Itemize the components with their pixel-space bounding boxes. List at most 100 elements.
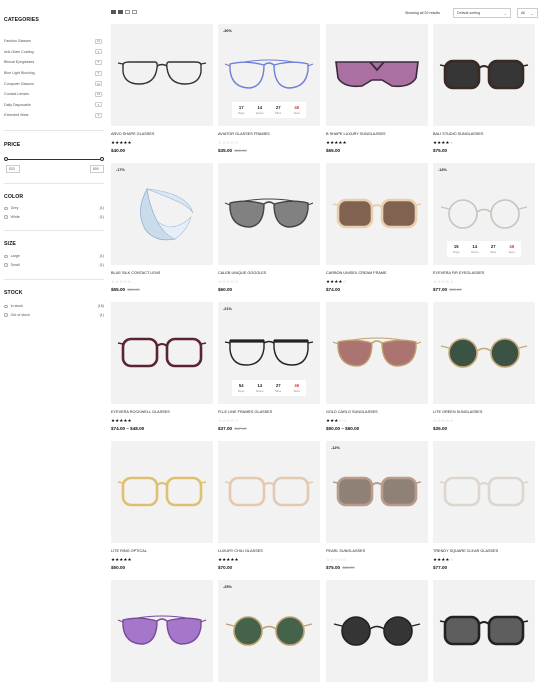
discount-badge: -25% (223, 585, 232, 589)
product-title[interactable]: BALI STUDIO SUNGLASSES (433, 132, 483, 136)
eyeglasses-image (225, 616, 313, 646)
countdown-mins-value: 27 (275, 383, 281, 388)
product-image-box[interactable] (433, 580, 535, 682)
product-card[interactable] (433, 580, 535, 690)
countdown-secs-value: 46 (509, 244, 515, 249)
rating-stars: ☆☆☆☆☆ (433, 279, 454, 284)
product-card[interactable]: LITE GREEN SUNGLASSES ☆☆☆☆☆ $35.00 (433, 302, 535, 438)
product-image-box[interactable] (111, 441, 213, 543)
category-item[interactable]: Daily Disposable 5 (4, 100, 102, 111)
category-item[interactable]: Computer Glasses 10 (4, 78, 102, 89)
product-title[interactable]: LITE GREEN SUNGLASSES (433, 410, 482, 414)
product-image-box[interactable] (111, 302, 213, 404)
product-image-box[interactable]: -13% 15 Days 14 Hours 27 Mins 46 Secs (433, 163, 535, 265)
product-card[interactable]: -25% (218, 580, 320, 690)
category-item[interactable]: Extended Wear 6 (4, 110, 102, 121)
product-image-box[interactable] (433, 441, 535, 543)
product-title[interactable]: AVIATOR GLASSES FRAMES (218, 132, 270, 136)
product-card[interactable]: LUXURY CHILI GLASSES ★★★★★ $70.00 (218, 441, 320, 577)
product-image-box[interactable] (326, 163, 428, 265)
product-card[interactable] (326, 580, 428, 690)
price-slider-max-handle[interactable] (100, 157, 104, 161)
list-view-icon[interactable] (132, 10, 137, 14)
category-item[interactable]: Blue Light Blocking 5 (4, 68, 102, 79)
product-title[interactable]: CARBON UNISEX CREAM FRAME (326, 271, 387, 275)
product-card[interactable]: -12% PEARL SUNGLASSES ☆☆☆☆☆ $75.00 $85.00 (326, 441, 428, 577)
product-image-box[interactable]: -30% 17 Days 14 Hours 27 Mins 46 Secs (218, 24, 320, 126)
category-item[interactable]: Contact Lenses 10 (4, 89, 102, 100)
product-card[interactable]: -17% BLUE SILK CONTACT LENS ☆☆☆☆☆ $55.00 $6… (111, 163, 213, 299)
results-count: Showing all 20 results (405, 11, 440, 15)
product-title[interactable]: EYEVERA ROCKWELL GLASSES (111, 410, 170, 414)
eyeglasses-image (117, 337, 207, 368)
stock-option[interactable]: Out of stock (1) (4, 311, 104, 320)
stock-option[interactable]: In stock (18) (4, 302, 104, 311)
shop-toolbar: Showing all 20 results Default sorting ⌄ … (111, 8, 538, 18)
grid-view-3-icon[interactable] (118, 10, 123, 14)
sort-select[interactable]: Default sorting ⌄ (453, 8, 511, 18)
price-title: PRICE (4, 142, 21, 148)
countdown-mins-value: 27 (490, 244, 496, 249)
product-title[interactable]: EYEVERA FIR EYEGLASSES (433, 271, 484, 275)
size-option[interactable]: Large (1) (4, 252, 104, 261)
product-title[interactable]: ARVO SHAPE GLASSES (111, 132, 154, 136)
product-title[interactable]: BLUE SILK CONTACT LENS (111, 271, 160, 275)
category-item[interactable]: Fashion Glasses 10 (4, 36, 102, 47)
product-title[interactable]: CALEB UNIQUE GOGGLES (218, 271, 266, 275)
product-card[interactable]: EYEVERA ROCKWELL GLASSES ★★★★★ $74.00 – $4… (111, 302, 213, 438)
price-slider[interactable] (4, 157, 104, 161)
product-card[interactable]: BALI STUDIO SUNGLASSES ★★★★☆ $75.00 (433, 24, 535, 160)
price-slider-track (6, 158, 102, 160)
product-card[interactable]: TRENDY SQUARE CLEAR GLASSES ★★★★☆ $77.00 (433, 441, 535, 577)
product-image-box[interactable]: -21% 54 Days 14 Hours 27 Mins 46 Secs (218, 302, 320, 404)
product-card[interactable]: CARBON UNISEX CREAM FRAME ★★★★☆ $74.00 (326, 163, 428, 299)
color-label: White (10, 215, 20, 220)
product-title[interactable]: GOLD CARLO SUNGLASSES (326, 410, 378, 414)
product-card[interactable]: ARVO SHAPE GLASSES ★★★★★ $40.00 (111, 24, 213, 160)
product-card[interactable] (111, 580, 213, 690)
price-slider-min-handle[interactable] (4, 157, 8, 161)
color-option[interactable]: Grey (1) (4, 204, 104, 213)
grid-view-2-icon[interactable] (125, 10, 130, 14)
product-image-box[interactable]: -17% (111, 163, 213, 265)
product-image-box[interactable] (433, 24, 535, 126)
product-card[interactable]: LITE RING OPTICAL ★★★★★ $50.00 (111, 441, 213, 577)
product-image-box[interactable]: -25% (218, 580, 320, 682)
product-image-box[interactable]: -12% (326, 441, 428, 543)
product-card[interactable]: GOLD CARLO SUNGLASSES ★★★☆☆ $90.00 – $60.0… (326, 302, 428, 438)
rating-stars: ☆☆☆☆☆ (218, 279, 239, 284)
product-card[interactable]: CALEB UNIQUE GOGGLES ☆☆☆☆☆ $60.00 (218, 163, 320, 299)
countdown-secs: 46 Secs (288, 380, 307, 396)
product-image-box[interactable] (218, 441, 320, 543)
product-card[interactable]: -13% 15 Days 14 Hours 27 Mins 46 Secs EY… (433, 163, 535, 299)
product-image-box[interactable] (326, 24, 428, 126)
color-option[interactable]: White (1) (4, 213, 104, 222)
product-card[interactable]: B SHAPE LUXURY SUNGLASSES ★★★★★ $65.00 (326, 24, 428, 160)
product-image-box[interactable] (111, 24, 213, 126)
size-option[interactable]: Small (1) (4, 261, 104, 270)
category-item[interactable]: Bifocal Eyeglasses 5 (4, 57, 102, 68)
product-title[interactable]: TRENDY SQUARE CLEAR GLASSES (433, 549, 498, 553)
product-price: $35.00 $50.00 (218, 148, 247, 153)
countdown-mins: 27 Mins (484, 241, 503, 257)
show-count-select[interactable]: All ⌄ (517, 8, 538, 18)
product-image-box[interactable] (433, 302, 535, 404)
product-title[interactable]: FLLE LINE FRAMES GLASSES (218, 410, 272, 414)
price-max-input[interactable]: $99 (90, 165, 104, 173)
product-title[interactable]: LITE RING OPTICAL (111, 549, 147, 553)
product-image-box[interactable] (218, 163, 320, 265)
grid-view-4-icon[interactable] (111, 10, 116, 14)
product-image-box[interactable] (111, 580, 213, 682)
countdown-secs-label: Secs (508, 250, 515, 254)
product-card[interactable]: -30% 17 Days 14 Hours 27 Mins 46 Secs AV… (218, 24, 320, 160)
product-title[interactable]: LUXURY CHILI GLASSES (218, 549, 263, 553)
product-title[interactable]: PEARL SUNGLASSES (326, 549, 365, 553)
product-title[interactable]: B SHAPE LUXURY SUNGLASSES (326, 132, 386, 136)
product-image-box[interactable] (326, 580, 428, 682)
countdown-secs-label: Secs (293, 111, 300, 115)
price-min-input[interactable]: $33 (6, 165, 20, 173)
category-item[interactable]: Anti-Glare Coating 5 (4, 47, 102, 58)
category-count: 5 (95, 49, 102, 55)
product-card[interactable]: -21% 54 Days 14 Hours 27 Mins 46 Secs FL… (218, 302, 320, 438)
product-image-box[interactable] (326, 302, 428, 404)
